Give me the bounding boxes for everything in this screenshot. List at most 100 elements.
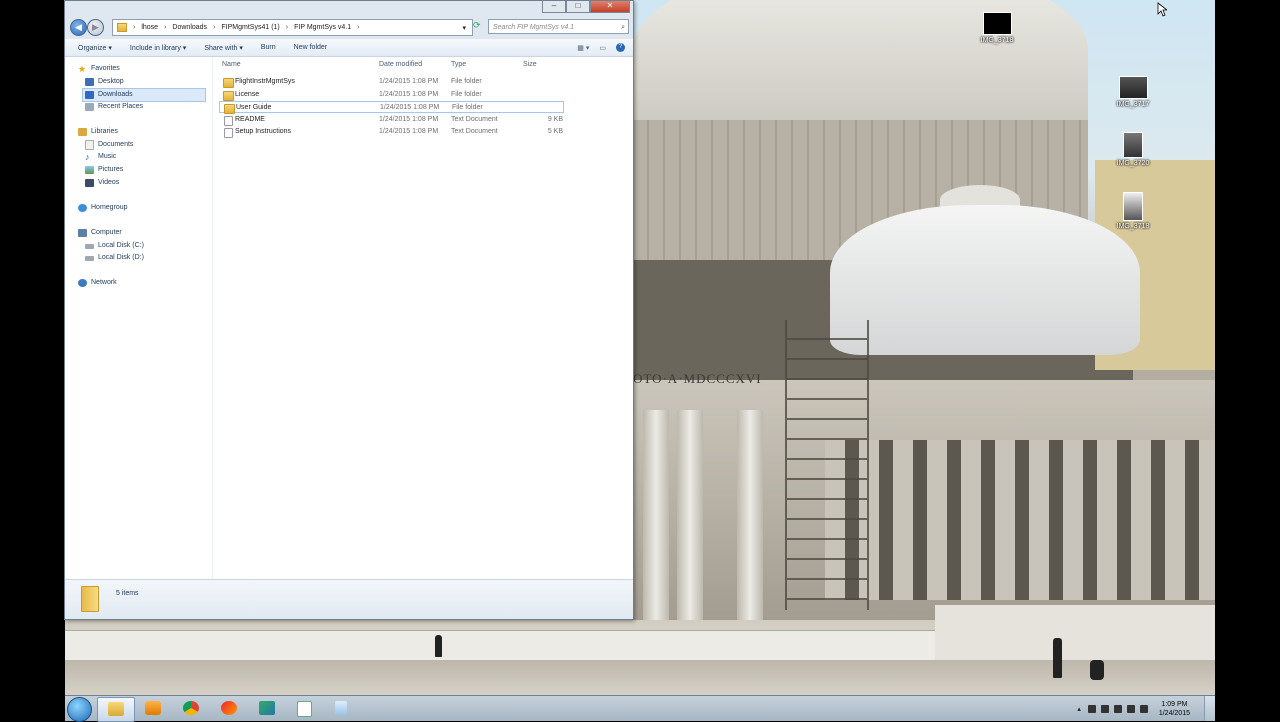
nav-desktop[interactable]: Desktop: [85, 76, 124, 88]
power-icon[interactable]: [1113, 704, 1122, 713]
burn-button[interactable]: Burn: [261, 44, 276, 51]
column-header-date[interactable]: Date modified: [379, 61, 422, 68]
column-header-size[interactable]: Size: [523, 61, 537, 68]
breadcrumb-item[interactable]: FIPMgmtSys41 (1): [221, 24, 279, 31]
file-row[interactable]: README 1/24/2015 1:08 PM Text Document 9…: [219, 114, 564, 126]
nav-label: Computer: [91, 229, 122, 236]
file-type: File folder: [452, 104, 483, 111]
network-icon[interactable]: [1126, 704, 1135, 713]
nav-libraries[interactable]: Libraries: [78, 126, 118, 138]
search-input[interactable]: Search FIP MgmtSys v4.1 ⌕: [488, 19, 629, 34]
nav-favorites[interactable]: ★ Favorites: [78, 63, 120, 75]
image-thumbnail-icon: [1118, 76, 1148, 99]
address-dropdown-icon[interactable]: ▾: [462, 24, 466, 32]
wallpaper-fence-right: [935, 605, 1215, 660]
breadcrumb-item[interactable]: Downloads: [172, 24, 207, 31]
taskbar-notepad[interactable]: [325, 697, 361, 720]
drive-icon: [85, 255, 94, 261]
nav-recent-places[interactable]: Recent Places: [85, 101, 143, 113]
folder-icon: [81, 586, 99, 612]
wallpaper-person: [1053, 638, 1062, 678]
share-with-menu[interactable]: Share with ▾: [204, 44, 243, 52]
nav-label: Pictures: [98, 166, 124, 173]
include-in-library-menu[interactable]: Include in library ▾: [130, 44, 186, 52]
desktop-icon-image[interactable]: IMG_3717: [1103, 76, 1163, 108]
file-row[interactable]: FlightInstrMgmtSys 1/24/2015 1:08 PM Fil…: [219, 76, 564, 88]
wallpaper-colonnade: [825, 440, 1215, 600]
nav-music[interactable]: ♪ Music: [85, 151, 116, 163]
organize-menu[interactable]: Organize ▾: [78, 44, 112, 52]
minimize-button[interactable]: –: [542, 1, 566, 13]
file-row[interactable]: License 1/24/2015 1:08 PM File folder: [219, 89, 564, 101]
help-icon[interactable]: ?: [616, 43, 625, 52]
nav-local-disk-c[interactable]: Local Disk (C:): [85, 240, 144, 252]
close-button[interactable]: ✕: [590, 1, 630, 13]
nav-homegroup[interactable]: Homegroup: [78, 202, 128, 214]
videos-icon: [85, 179, 94, 187]
explorer-window[interactable]: – □ ✕ ◀ ▶ › lhose › Downloads › FIPMgmtS…: [64, 0, 634, 620]
nav-label: Network: [91, 279, 117, 286]
new-folder-button[interactable]: New folder: [294, 44, 327, 51]
breadcrumb-chevron-icon: ›: [357, 24, 360, 31]
taskbar-media-player[interactable]: [135, 697, 171, 720]
desktop-icon-image[interactable]: IMG_3720: [1103, 132, 1163, 167]
nav-documents[interactable]: Documents: [85, 139, 133, 151]
folder-icon: [223, 78, 234, 88]
column-header-name[interactable]: Name: [222, 61, 241, 68]
forward-button[interactable]: ▶: [87, 19, 104, 36]
nav-computer[interactable]: Computer: [78, 227, 122, 239]
maximize-button[interactable]: □: [566, 1, 590, 13]
command-bar: Organize ▾ Include in library ▾ Share wi…: [65, 39, 633, 57]
flag-icon[interactable]: [1087, 704, 1096, 713]
libraries-icon: [78, 128, 87, 136]
app-icon: [297, 701, 312, 717]
text-document-icon: [224, 116, 233, 126]
nav-local-disk-d[interactable]: Local Disk (D:): [85, 252, 144, 264]
taskbar-app[interactable]: [249, 697, 285, 720]
organize-label: Organize: [78, 44, 107, 52]
taskbar-app[interactable]: [287, 697, 323, 720]
nav-label: Local Disk (D:): [98, 254, 144, 261]
tray-app-icon[interactable]: [1100, 704, 1109, 713]
nav-pictures[interactable]: Pictures: [85, 164, 123, 176]
taskbar-chrome[interactable]: [173, 697, 209, 720]
address-row: ◀ ▶ › lhose › Downloads › FIPMgmtSys41 (…: [70, 18, 629, 36]
folder-icon: [223, 91, 234, 101]
file-size: 5 KB: [547, 128, 563, 135]
desktop-icon-image[interactable]: IMG_3718: [967, 12, 1027, 44]
volume-icon[interactable]: [1139, 704, 1148, 713]
file-row[interactable]: Setup Instructions 1/24/2015 1:08 PM Tex…: [219, 126, 564, 138]
tray-expand-icon[interactable]: ▴: [1077, 705, 1081, 713]
breadcrumb-item[interactable]: FIP MgmtSys v4.1: [294, 24, 351, 31]
view-options-icon[interactable]: ▦ ▾: [577, 44, 589, 52]
desktop-icon-image[interactable]: IMG_3718: [1103, 192, 1163, 230]
show-desktop-button[interactable]: [1204, 696, 1215, 721]
preview-pane-icon[interactable]: ▭: [599, 44, 606, 52]
network-icon: [78, 279, 87, 287]
mouse-cursor-icon: [1157, 2, 1167, 17]
back-button[interactable]: ◀: [70, 19, 87, 36]
notepad-icon: [335, 701, 347, 715]
breadcrumb-chevron-icon: ›: [213, 24, 216, 31]
taskbar-explorer[interactable]: [97, 697, 135, 722]
wallpaper-ground: [65, 660, 1215, 695]
breadcrumb-chevron-icon: ›: [133, 24, 136, 31]
clock[interactable]: 1:09 PM 1/24/2015: [1159, 700, 1190, 718]
file-name: License: [235, 91, 260, 98]
image-thumbnail-icon: [1123, 132, 1143, 158]
address-bar[interactable]: › lhose › Downloads › FIPMgmtSys41 (1) ›…: [112, 19, 473, 36]
column-header-type[interactable]: Type: [451, 61, 466, 68]
nav-videos[interactable]: Videos: [85, 177, 119, 189]
nav-network[interactable]: Network: [78, 277, 117, 289]
details-pane: 5 items: [65, 579, 633, 619]
taskbar-app[interactable]: [211, 697, 247, 720]
nav-downloads[interactable]: Downloads: [82, 88, 206, 102]
breadcrumb-item[interactable]: lhose: [141, 24, 158, 31]
file-name: README: [235, 116, 265, 123]
app-icon: [259, 701, 275, 715]
refresh-icon[interactable]: ⟳: [473, 20, 485, 33]
nav-label: Documents: [98, 141, 134, 148]
star-icon: ★: [78, 64, 87, 74]
file-row-selected[interactable]: User Guide 1/24/2015 1:08 PM File folder: [219, 101, 564, 114]
start-button[interactable]: [67, 697, 92, 722]
